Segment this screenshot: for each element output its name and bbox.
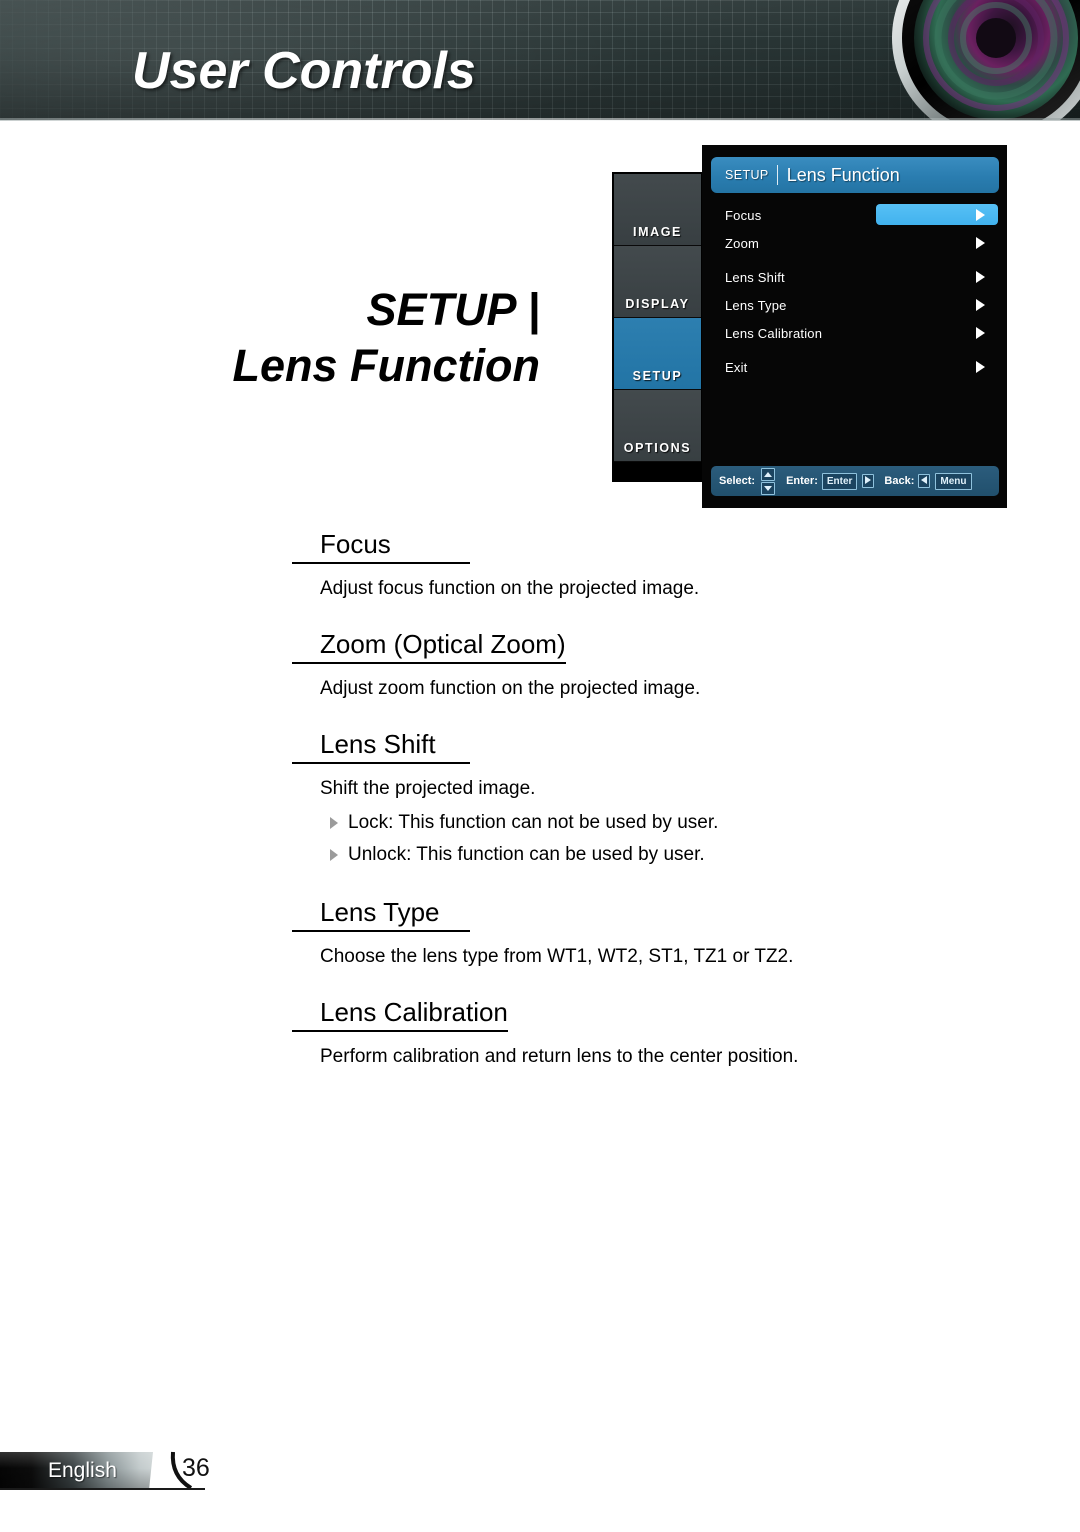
page-title-line2: Lens Function — [232, 340, 541, 392]
osd-menu-item-focus-label: Focus — [725, 207, 762, 223]
page-header-banner: User Controls — [0, 0, 1080, 120]
list-item: Lock: This function can not be used by u… — [292, 809, 992, 837]
arrow-up-icon — [761, 467, 776, 481]
osd-title-separator — [776, 165, 778, 185]
osd-hint-bar: Select: Enter: Enter Back: Menu — [711, 466, 999, 496]
osd-menu-item-lens-type-label: Lens Type — [725, 297, 787, 313]
section-lens-calibration-body: Perform calibration and return lens to t… — [320, 1046, 799, 1068]
osd-tab-options[interactable]: OPTIONS — [614, 390, 701, 462]
osd-tab-display[interactable]: DISPLAY — [614, 246, 701, 318]
header-underline — [0, 118, 1080, 121]
chevron-right-icon — [976, 271, 985, 283]
bullet-triangle-icon — [330, 817, 338, 830]
section-lens-type-body: Choose the lens type from WT1, WT2, ST1,… — [320, 946, 794, 968]
section-lens-type-heading: Lens Type — [292, 898, 470, 933]
osd-tab-display-label: DISPLAY — [625, 297, 690, 311]
osd-hint-updown-keys — [761, 467, 776, 495]
osd-panel: SETUP Lens Function Focus Zoom Lens Shif… — [702, 145, 1007, 508]
projector-lens-icon — [892, 0, 1080, 120]
section-lens-shift-heading: Lens Shift — [292, 729, 470, 764]
osd-hint-back-label: Back: — [884, 475, 915, 487]
osd-hint-menu-key: Menu — [935, 472, 972, 490]
page-footer: English 36 — [0, 1451, 215, 1492]
footer-language-label: English — [48, 1459, 117, 1482]
chevron-right-icon — [976, 327, 985, 339]
arrow-left-icon — [918, 474, 931, 488]
list-item-label: Lock: This function can not be used by u… — [348, 812, 719, 834]
chevron-right-icon — [976, 237, 985, 249]
osd-menu-item-zoom-label: Zoom — [725, 235, 760, 251]
section-zoom-heading: Zoom (Optical Zoom) — [292, 629, 566, 664]
page-title: SETUP | Lens Function — [0, 282, 541, 395]
osd-tab-image[interactable]: IMAGE — [614, 174, 701, 246]
osd-hint-enter-key: Enter — [821, 472, 858, 490]
section-focus-heading: Focus — [292, 529, 470, 565]
osd-menu-item-zoom[interactable]: Zoom — [711, 229, 999, 257]
page-number: 36 — [182, 1454, 210, 1482]
osd-menu-item-focus[interactable]: Focus — [711, 201, 999, 229]
chevron-right-icon — [976, 361, 985, 373]
page-header-title: User Controls — [132, 42, 476, 100]
osd-hint-select-label: Select: — [719, 475, 756, 487]
section-zoom: Zoom (Optical Zoom) Adjust zoom function… — [292, 629, 992, 702]
list-item: Unlock: This function can be used by use… — [292, 841, 992, 869]
section-focus-body: Adjust focus function on the projected i… — [320, 578, 700, 600]
section-zoom-body: Adjust zoom function on the projected im… — [320, 677, 701, 699]
osd-tab-setup[interactable]: SETUP — [614, 318, 701, 390]
osd-menu-list: Focus Zoom Lens Shift Lens Type Lens Cal… — [711, 201, 999, 381]
section-focus: Focus Adjust focus function on the proje… — [292, 529, 992, 602]
chevron-right-icon — [976, 209, 985, 221]
osd-menu-item-lens-shift-label: Lens Shift — [725, 269, 785, 285]
osd-menu-item-exit-label: Exit — [725, 359, 748, 375]
arrow-right-icon — [862, 474, 875, 488]
bullet-triangle-icon — [330, 848, 338, 861]
page-title-line1: SETUP | — [366, 284, 540, 335]
osd-title-kicker: SETUP — [725, 168, 769, 182]
osd-tab-image-label: IMAGE — [633, 225, 682, 239]
osd-sidebar: IMAGE DISPLAY SETUP OPTIONS — [612, 172, 703, 482]
section-lens-calibration: Lens Calibration Perform calibration and… — [292, 997, 992, 1070]
section-lens-shift: Lens Shift Shift the projected image. Lo… — [292, 729, 992, 869]
section-lens-shift-body: Shift the projected image. — [320, 777, 536, 799]
footer-rule — [0, 1488, 205, 1490]
osd-menu-item-lens-calibration-label: Lens Calibration — [725, 325, 823, 341]
osd-tab-options-label: OPTIONS — [623, 441, 692, 455]
osd-title-bar: SETUP Lens Function — [711, 157, 999, 193]
section-lens-type: Lens Type Choose the lens type from WT1,… — [292, 898, 992, 970]
chevron-right-icon — [976, 299, 985, 311]
arrow-down-icon — [761, 481, 776, 495]
osd-menu-item-lens-calibration[interactable]: Lens Calibration — [711, 319, 999, 347]
osd-tab-setup-label: SETUP — [632, 369, 683, 383]
osd-menu-item-lens-shift[interactable]: Lens Shift — [711, 263, 999, 291]
osd-menu-item-exit[interactable]: Exit — [711, 353, 999, 381]
content-body: Focus Adjust focus function on the proje… — [292, 529, 992, 1072]
osd-title-main: Lens Function — [786, 164, 900, 185]
list-item-label: Unlock: This function can be used by use… — [348, 843, 705, 865]
section-lens-shift-bullets: Lock: This function can not be used by u… — [292, 809, 992, 868]
section-lens-calibration-heading: Lens Calibration — [292, 997, 508, 1033]
osd-menu-item-lens-type[interactable]: Lens Type — [711, 291, 999, 319]
osd-hint-enter-label: Enter: — [786, 475, 818, 487]
